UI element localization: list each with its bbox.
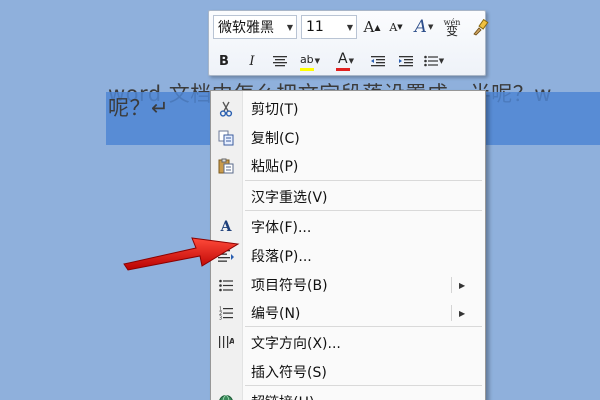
highlight-icon: ab	[299, 52, 314, 66]
hyperlink-icon	[217, 394, 235, 400]
font-color-button[interactable]: A ▼	[333, 49, 359, 73]
increase-indent-button[interactable]	[395, 49, 417, 73]
menu-item-bullets[interactable]: 项目符号(B) ▶	[211, 271, 485, 299]
menu-item-label: 汉字重选(V)	[251, 190, 328, 206]
format-painter-icon	[473, 18, 489, 36]
menu-item-paragraph[interactable]: 段落(P)...	[211, 242, 485, 270]
font-name-combo[interactable]: 微软雅黑 ▼	[213, 15, 297, 39]
mini-toolbar: 微软雅黑 ▼ 11 ▼ A ▲ A ▼ A ▼ wén 变 B I ab ▼ A…	[208, 10, 489, 76]
submenu-divider	[451, 305, 452, 321]
menu-item-label: 粘贴(P)	[251, 159, 299, 175]
font-color-icon: A	[338, 51, 348, 67]
menu-item-hyperlink[interactable]: 超链接(H)...	[211, 388, 485, 400]
chevron-down-icon[interactable]: ▼	[344, 16, 356, 38]
menu-item-label: 插入符号(S)	[251, 365, 327, 381]
menu-item-copy[interactable]: 复制(C)	[211, 124, 485, 152]
menu-item-cut[interactable]: 剪切(T)	[211, 95, 485, 123]
font-size-combo[interactable]: 11 ▼	[301, 15, 357, 39]
grow-font-icon: A	[363, 18, 375, 36]
font-size-value: 11	[306, 19, 324, 35]
menu-item-label: 文字方向(X)...	[251, 336, 341, 352]
menu-item-text-direction[interactable]: A 文字方向(X)...	[211, 329, 485, 357]
decrease-indent-button[interactable]	[367, 49, 389, 73]
center-align-icon	[273, 56, 287, 67]
paste-icon	[217, 158, 235, 174]
menu-separator	[245, 326, 482, 327]
menu-item-numbering[interactable]: 1 2 3 编号(N) ▶	[211, 299, 485, 327]
menu-item-label: 超链接(H)...	[251, 392, 328, 400]
chevron-right-icon[interactable]: ▶	[459, 309, 465, 318]
menu-item-label: 复制(C)	[251, 131, 300, 147]
menu-item-reconvert[interactable]: 汉字重选(V)	[211, 183, 485, 211]
phonetic-char: 变	[445, 24, 458, 38]
decrease-indent-icon	[371, 56, 385, 67]
mini-toolbar-row-2: B I ab ▼ A ▼ ▼	[213, 49, 447, 73]
font-name-value: 微软雅黑	[218, 20, 274, 36]
menu-item-insert-symbol[interactable]: 插入符号(S)	[211, 358, 485, 386]
shrink-font-button[interactable]: A ▼	[385, 15, 407, 39]
center-align-button[interactable]	[269, 49, 291, 73]
mini-toolbar-row-1: 微软雅黑 ▼ 11 ▼ A ▲ A ▼ A ▼ wén 变	[213, 15, 493, 39]
menu-item-label: 项目符号(B)	[251, 278, 328, 294]
styles-icon: A	[414, 17, 427, 37]
menu-separator	[245, 385, 482, 386]
menu-item-label: 字体(F)...	[251, 220, 312, 236]
bullets-button[interactable]: ▼	[423, 49, 445, 73]
bullets-icon	[423, 55, 438, 67]
menu-item-label: 编号(N)	[251, 306, 301, 322]
copy-icon	[217, 130, 235, 146]
menu-item-label: 剪切(T)	[251, 102, 299, 118]
styles-button[interactable]: A ▼	[413, 15, 435, 39]
chevron-right-icon[interactable]: ▶	[459, 281, 465, 290]
scissors-icon	[217, 101, 235, 117]
menu-separator	[245, 210, 482, 211]
menu-item-font[interactable]: A 字体(F)...	[211, 213, 485, 241]
menu-item-label: 段落(P)...	[251, 249, 312, 265]
red-arrow-annotation	[123, 237, 240, 271]
increase-indent-icon	[399, 56, 413, 67]
italic-button[interactable]: I	[241, 49, 263, 73]
document-text-line-2: 呢？↵	[108, 96, 170, 120]
submenu-divider	[451, 277, 452, 293]
context-menu: 剪切(T) 复制(C) 粘贴(P) 汉字重选(V) A 字体(F)... 段落(…	[210, 90, 486, 400]
svg-text:3: 3	[219, 316, 222, 321]
format-painter-button[interactable]	[469, 15, 491, 39]
menu-item-paste[interactable]: 粘贴(P)	[211, 152, 485, 180]
bullets-icon	[217, 277, 235, 293]
grow-font-button[interactable]: A ▲	[361, 15, 383, 39]
highlight-color-bar	[300, 68, 314, 71]
text-direction-icon: A	[217, 335, 235, 351]
shrink-font-icon: A	[389, 20, 398, 34]
numbering-icon: 1 2 3	[217, 305, 235, 321]
highlight-button[interactable]: ab ▼	[297, 49, 323, 73]
bold-button[interactable]: B	[213, 49, 235, 73]
svg-text:A: A	[229, 337, 234, 346]
chevron-down-icon[interactable]: ▼	[284, 16, 296, 38]
phonetic-guide-button[interactable]: wén 变	[441, 15, 463, 39]
font-color-bar	[336, 68, 350, 71]
menu-separator	[245, 180, 482, 181]
